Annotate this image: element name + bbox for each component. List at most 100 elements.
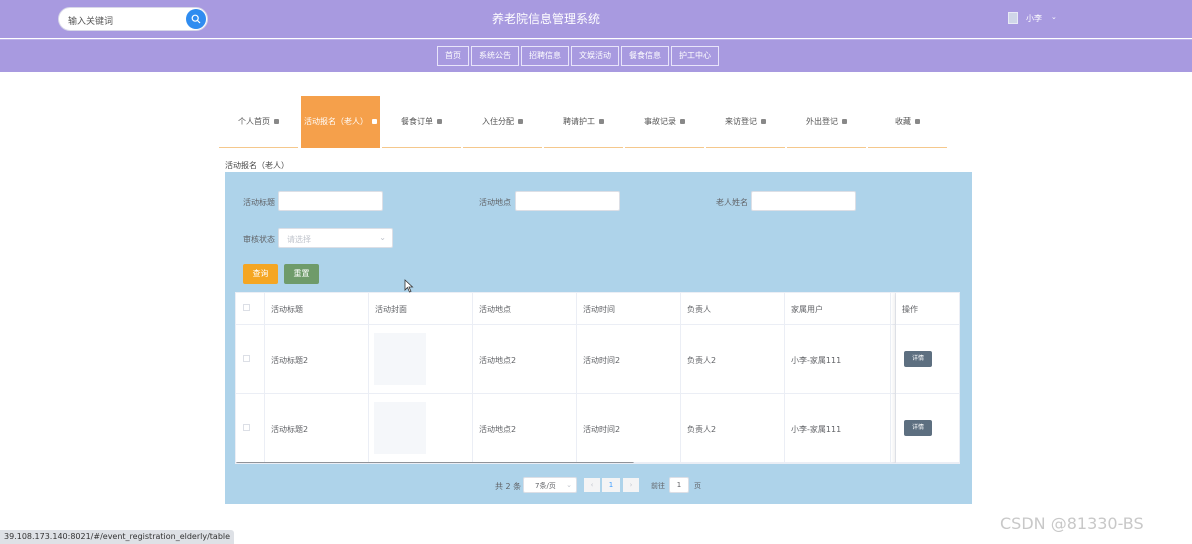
table-cell: 活动标题2 [265, 325, 369, 394]
query-button[interactable]: 查询 [243, 264, 278, 284]
cell-title: 活动标题2 [271, 356, 309, 365]
tab-7[interactable]: 外出登记 [787, 96, 866, 148]
tab-4[interactable]: 聘请护工 [544, 96, 623, 148]
table-cell: 详情 [896, 394, 959, 463]
page-size-value: 7条/页 [535, 482, 556, 490]
filter-location-input[interactable] [515, 191, 620, 211]
nav-item-3[interactable]: 文娱活动 [571, 46, 619, 66]
cell-time: 活动时间2 [583, 425, 621, 434]
nav-item-4[interactable]: 餐食信息 [621, 46, 669, 66]
filter-title-label: 活动标题 [243, 198, 275, 207]
next-page-button[interactable]: › [623, 478, 639, 492]
chevron-down-icon: ⌄ [566, 481, 572, 489]
tab-label: 个人首页 [238, 117, 270, 126]
cell-family: 小李-家属111 [791, 425, 842, 434]
tab-label: 收藏 [895, 117, 911, 126]
table-cell: 活动时间2 [577, 325, 681, 394]
tab-6[interactable]: 来访登记 [706, 96, 785, 148]
nav-item-2[interactable]: 招聘信息 [521, 46, 569, 66]
column-header: 活动时间 [577, 293, 681, 325]
content-panel: 活动标题 活动地点 老人姓名 审核状态 请选择 ⌄ 查询 重置 活动标题 活动封面… [225, 172, 972, 504]
table-cell: 详情 [896, 325, 959, 394]
table-cell[interactable] [236, 325, 265, 394]
top-header: 输入关键词 养老院信息管理系统 小李 ⌄ [0, 0, 1192, 38]
cell-manager: 负责人2 [687, 425, 717, 434]
page-number-current[interactable]: 1 [602, 478, 620, 492]
avatar[interactable] [1008, 12, 1018, 24]
header-select-all[interactable] [236, 293, 265, 325]
sub-tabs: 个人首页 活动报名（老人） 餐食订单 入住分配 聘请护工 事故记录 来访登记 外出登记 收藏 [219, 96, 947, 148]
detail-button[interactable]: 详情 [904, 420, 932, 436]
table-cell: 小李-家属111 [785, 325, 891, 394]
table-cell: 小李-家属111 [785, 394, 891, 463]
detail-button[interactable]: 详情 [904, 351, 932, 367]
table-cell [369, 394, 473, 463]
tab-icon [372, 119, 377, 124]
nav-item-5[interactable]: 护工中心 [671, 46, 719, 66]
column-header-label: 活动封面 [375, 305, 407, 314]
tab-icon [518, 119, 523, 124]
table-cell: 活动标题2 [265, 394, 369, 463]
table-cell[interactable] [236, 394, 265, 463]
row-checkbox[interactable] [243, 424, 250, 431]
column-header: 家属用户 [785, 293, 891, 325]
activity-cover-image [374, 333, 426, 385]
tab-label: 入住分配 [482, 117, 514, 126]
tab-icon [842, 119, 847, 124]
prev-page-button[interactable]: ‹ [584, 478, 600, 492]
site-title: 养老院信息管理系统 [491, 12, 600, 26]
column-header-label: 负责人 [687, 305, 711, 314]
filter-status-select[interactable]: 请选择 ⌄ [278, 228, 393, 248]
nav-items: 首页 系统公告 招聘信息 文娱活动 餐食信息 护工中心 [437, 46, 721, 66]
table-cell: 活动地点2 [473, 325, 577, 394]
user-name[interactable]: 小李 [1026, 13, 1042, 24]
tab-2[interactable]: 餐食订单 [382, 96, 461, 148]
table-cell [369, 325, 473, 394]
filter-elder-input[interactable] [751, 191, 856, 211]
tab-label: 活动报名（老人） [304, 117, 368, 126]
column-header-label: 操作 [902, 305, 918, 314]
horizontal-scrollbar[interactable] [236, 462, 634, 463]
goto-label: 前往 [651, 482, 665, 490]
column-header: 活动标题 [265, 293, 369, 325]
tab-1[interactable]: 活动报名（老人） [301, 96, 380, 148]
cell-title: 活动标题2 [271, 425, 309, 434]
filter-title-input[interactable] [278, 191, 383, 211]
column-header: 活动封面 [369, 293, 473, 325]
chevron-down-icon[interactable]: ⌄ [1051, 13, 1057, 21]
data-table: 活动标题 活动封面 活动地点 活动时间 负责人 家属用户 活动标题2 活动地点2 活动时间2 负责… [235, 292, 960, 464]
page-root: 输入关键词 养老院信息管理系统 小李 ⌄ 首页 系统公告 招聘信息 文娱活动 餐食信息护… [0, 0, 1192, 544]
cell-manager: 负责人2 [687, 356, 717, 365]
table-cell: 负责人2 [681, 325, 785, 394]
column-header: 负责人 [681, 293, 785, 325]
tab-label: 餐食订单 [401, 117, 433, 126]
browser-status-url: 39.108.173.140:8021/#/event_registration… [0, 530, 235, 544]
goto-unit: 页 [694, 482, 701, 490]
tab-icon [680, 119, 685, 124]
nav-item-0[interactable]: 首页 [437, 46, 469, 66]
tab-label: 来访登记 [725, 117, 757, 126]
tab-0[interactable]: 个人首页 [219, 96, 298, 148]
cell-location: 活动地点2 [479, 425, 517, 434]
tab-3[interactable]: 入住分配 [463, 96, 542, 148]
page-size-select[interactable]: 7条/页 ⌄ [523, 477, 577, 493]
table-cell: 活动时间2 [577, 394, 681, 463]
table-cell: 负责人2 [681, 394, 785, 463]
tab-label: 外出登记 [806, 117, 838, 126]
reset-button[interactable]: 重置 [284, 264, 319, 284]
column-header: 操作 [896, 293, 959, 325]
table-cell: 活动地点2 [473, 394, 577, 463]
watermark: CSDN @81330-BS [1000, 514, 1144, 533]
select-all-checkbox[interactable] [243, 304, 250, 311]
section-title: 活动报名（老人） [225, 161, 289, 170]
goto-page-input[interactable]: 1 [669, 477, 689, 493]
row-checkbox[interactable] [243, 355, 250, 362]
tab-8[interactable]: 收藏 [868, 96, 947, 148]
fixed-action-column: 操作 详情 详情 [896, 293, 959, 463]
tab-icon [761, 119, 766, 124]
nav-item-1[interactable]: 系统公告 [471, 46, 519, 66]
column-header: 活动地点 [473, 293, 577, 325]
tab-label: 聘请护工 [563, 117, 595, 126]
tab-5[interactable]: 事故记录 [625, 96, 704, 148]
filter-location-label: 活动地点 [479, 198, 511, 207]
